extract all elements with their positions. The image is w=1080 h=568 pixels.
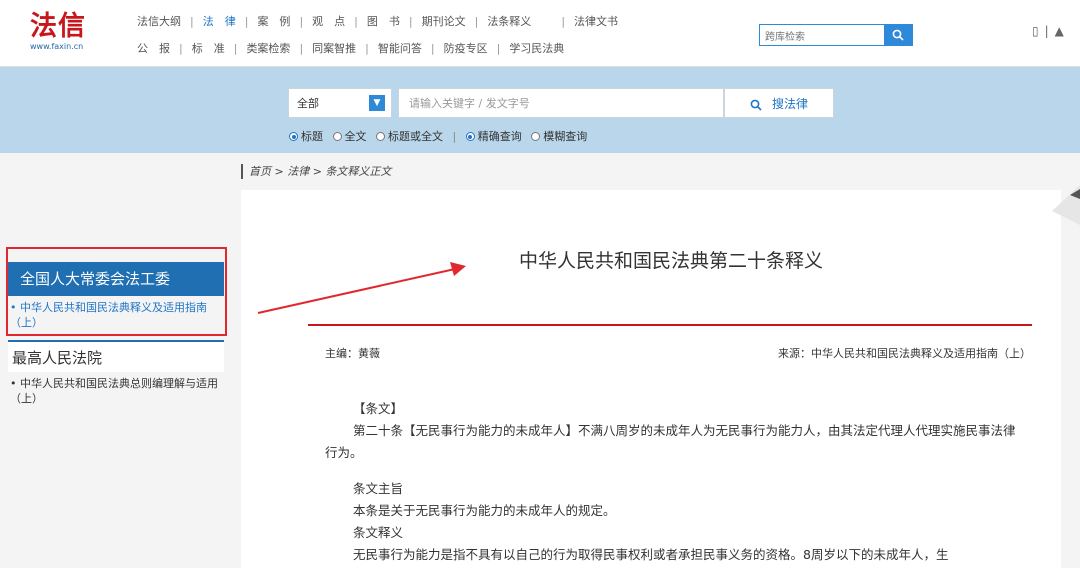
nav-item-cases[interactable]: 案 例 bbox=[257, 13, 290, 31]
nav-item-case-push[interactable]: 同案智推 bbox=[312, 40, 356, 58]
nav-item-standards[interactable]: 标 准 bbox=[192, 40, 225, 58]
breadcrumb-home[interactable]: 首页 bbox=[249, 165, 271, 178]
search-options: 标题 全文 标题或全文 | 精确查询 模糊查询 bbox=[289, 128, 593, 144]
nav-separator: | bbox=[244, 15, 249, 28]
radio-title-or-fulltext-label: 标题或全文 bbox=[388, 130, 443, 143]
radio-title-or-fulltext[interactable]: 标题或全文 bbox=[376, 128, 443, 144]
article-title: 中华人民共和国民法典第二十条释义 bbox=[518, 250, 823, 272]
article-editor: 主编：黄薇 bbox=[325, 347, 380, 360]
sidebar-section-npc[interactable]: 全国人大常委会法工委 bbox=[8, 262, 224, 296]
radio-fuzzy-label: 模糊查询 bbox=[543, 130, 588, 143]
article-clause: 第二十条【无民事行为能力的未成年人】不满八周岁的未成年人为无民事行为能力人，由其… bbox=[325, 423, 1016, 460]
nav-item-journals[interactable]: 期刊论文 bbox=[422, 13, 466, 31]
radio-dot bbox=[376, 132, 385, 141]
nav-item-epidemic[interactable]: 防疫专区 bbox=[444, 40, 488, 58]
radio-fuzzy[interactable]: 模糊查询 bbox=[531, 128, 587, 144]
breadcrumb-sep: > bbox=[271, 165, 288, 178]
search-law-label: 搜法律 bbox=[771, 97, 808, 111]
nav-separator: | bbox=[354, 15, 358, 28]
radio-dot bbox=[332, 132, 342, 141]
breadcrumb-law[interactable]: 法律 bbox=[287, 165, 309, 178]
nav-separator: | bbox=[430, 42, 435, 55]
search-icon bbox=[892, 29, 904, 41]
logo-url: www.faxin.cn bbox=[30, 42, 84, 51]
search-law-button[interactable]: 搜法律 bbox=[724, 88, 834, 118]
nav-separator: | bbox=[299, 15, 304, 28]
options-divider: | bbox=[452, 130, 457, 143]
breadcrumb: 首页 > 法律 > 条文释义正文 bbox=[241, 164, 391, 179]
nav-item-outline[interactable]: 法信大纲 bbox=[137, 13, 181, 31]
divider: | bbox=[1044, 24, 1049, 38]
nav-separator: | bbox=[496, 42, 501, 55]
scope-select[interactable]: 全部 ▼ bbox=[288, 88, 392, 118]
chevron-down-icon: ▼ bbox=[369, 95, 385, 111]
nav-separator: | bbox=[474, 15, 479, 28]
nav-separator: | bbox=[179, 42, 183, 55]
article-source[interactable]: 来源：中华人民共和国民法典释义及适用指南（上） bbox=[778, 345, 1031, 361]
nav-item-books[interactable]: 图 书 bbox=[367, 13, 400, 31]
cross-db-search-button[interactable] bbox=[884, 25, 912, 45]
nav-item-documents[interactable]: 法律文书 bbox=[574, 13, 618, 31]
nav-item-law[interactable]: 法 律 bbox=[203, 13, 236, 31]
nav-separator: | bbox=[408, 15, 413, 28]
nav-separator: | bbox=[190, 15, 194, 28]
article-panel: 中华人民共和国民法典第二十条释义 主编：黄薇 来源：中华人民共和国民法典释义及适… bbox=[241, 190, 1061, 568]
radio-dot bbox=[289, 132, 298, 141]
nav-item-interpretations[interactable]: 法条释义 bbox=[487, 13, 531, 31]
article-body: 【条文】 第二十条【无民事行为能力的未成年人】不满八周岁的未成年人为无民事行为能… bbox=[325, 398, 1025, 566]
nav-item-similar-cases[interactable]: 类案检索 bbox=[246, 40, 290, 58]
radio-dot bbox=[465, 132, 475, 141]
logo-text: 法信 bbox=[30, 11, 86, 42]
cross-db-search bbox=[759, 24, 913, 48]
nav-separator: | bbox=[365, 42, 369, 55]
scope-select-value: 全部 bbox=[297, 97, 319, 110]
radio-exact-label: 精确查询 bbox=[477, 130, 522, 143]
search-input[interactable]: 请输入关键字 / 发文字号 bbox=[398, 88, 724, 118]
breadcrumb-sep: > bbox=[309, 165, 326, 178]
source-sidebar: 全国人大常委会法工委 • 中华人民共和国民法典释义及适用指南（上） 最高人民法院… bbox=[0, 262, 224, 410]
section-heading: 条文释义 bbox=[353, 525, 404, 540]
nav-row-2: 公 报 | 标 准 | 类案检索 | 同案智推 | 智能问答 | 防疫专区 | 学习民法典 bbox=[137, 40, 618, 67]
nav-separator: | bbox=[233, 42, 238, 55]
nav-item-smart-qa[interactable]: 智能问答 bbox=[378, 40, 422, 58]
radio-title[interactable]: 标题 bbox=[289, 128, 323, 144]
radio-dot bbox=[531, 132, 541, 141]
nav-item-civil-code[interactable]: 学习民法典 bbox=[509, 40, 564, 58]
sidebar-section-spc[interactable]: 最高人民法院 bbox=[8, 340, 224, 372]
mobile-icon[interactable]: ▯ bbox=[1032, 24, 1039, 38]
nav-item-views[interactable]: 观 点 bbox=[312, 13, 345, 31]
section-heading: 【条文】 bbox=[353, 401, 404, 416]
cross-db-search-input[interactable] bbox=[760, 27, 884, 48]
radio-title-label: 标题 bbox=[301, 130, 323, 143]
radio-exact[interactable]: 精确查询 bbox=[465, 128, 522, 144]
faxin-logo[interactable]: 法信 www.faxin.cn bbox=[30, 12, 95, 52]
nav-row-1: 法信大纲 | 法 律 | 案 例 | 观 点 | 图 书 | 期刊论文 | 法条释义 | 法律文书 bbox=[137, 13, 618, 40]
section-heading: 条文主旨 bbox=[353, 481, 404, 496]
paragraph: 无民事行为能力是指不具有以自己的行为取得民事权利或者承担民事义务的资格。8周岁以… bbox=[353, 547, 949, 562]
paragraph: 本条是关于无民事行为能力的未成年人的规定。 bbox=[353, 503, 616, 518]
search-band: 全部 ▼ 请输入关键字 / 发文字号 搜法律 标题 全文 标题或全文 | 精确查… bbox=[0, 67, 1080, 153]
sidebar-link-spc-guide[interactable]: • 中华人民共和国民法典总则编理解与适用（上） bbox=[0, 372, 224, 410]
header-tools: ▯ | ▲ bbox=[1032, 24, 1070, 38]
search-icon bbox=[750, 99, 762, 111]
radio-fulltext[interactable]: 全文 bbox=[332, 128, 367, 144]
radio-fulltext-label: 全文 bbox=[344, 130, 367, 143]
breadcrumb-current: 条文释义正文 bbox=[325, 165, 392, 178]
sidebar-link-npc-guide[interactable]: • 中华人民共和国民法典释义及适用指南（上） bbox=[0, 296, 224, 334]
warning-icon[interactable]: ▲ bbox=[1055, 24, 1064, 38]
title-divider bbox=[308, 324, 1032, 326]
nav-separator: | bbox=[561, 15, 566, 28]
nav-separator: | bbox=[299, 42, 304, 55]
nav-item-gazette[interactable]: 公 报 bbox=[137, 40, 170, 58]
main-nav: 法信大纲 | 法 律 | 案 例 | 观 点 | 图 书 | 期刊论文 | 法条释义 | 法律文书 公 报 |… bbox=[137, 13, 618, 67]
site-header: 法信 www.faxin.cn 法信大纲 | 法 律 | 案 例 | 观 点 | 图 书 | 期刊论… bbox=[0, 0, 1080, 67]
